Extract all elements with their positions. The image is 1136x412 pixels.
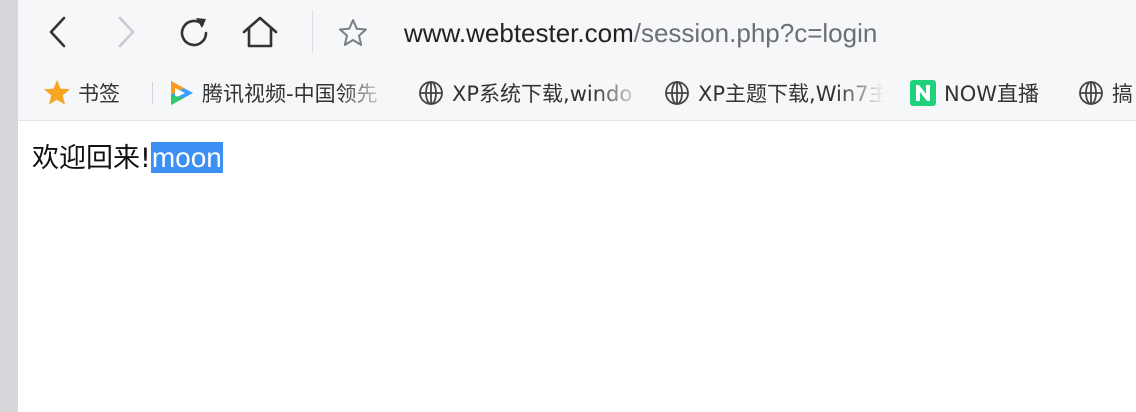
home-button[interactable] (238, 9, 282, 55)
home-icon (242, 16, 278, 48)
welcome-text: 欢迎回来! (32, 143, 151, 174)
browser-window: www.webtester.com/session.php?c=login 书签 (18, 0, 1136, 412)
add-bookmark-button[interactable] (332, 12, 374, 54)
bookmark-label: 腾讯视频-中国领先 (202, 82, 378, 106)
globe-icon (1076, 78, 1106, 108)
star-filled-icon (42, 78, 72, 108)
window-edge (0, 0, 18, 412)
reload-icon (180, 18, 208, 47)
selected-username[interactable]: moon (150, 142, 223, 173)
page-content: 欢迎回来!moon (18, 121, 1136, 412)
bookmarks-bar: 书签 腾讯视频-中国领先 XP系统下载,windo XP主题下载,Win7主 N… (18, 66, 1136, 121)
bookmark-xp-theme[interactable]: XP主题下载,Win7主 (662, 76, 884, 110)
bookmark-label: XP系统下载,windo (452, 82, 633, 106)
browser-toolbar: www.webtester.com/session.php?c=login (18, 0, 1136, 66)
bookmark-xp-system[interactable]: XP系统下载,windo (416, 76, 642, 110)
reload-button[interactable] (172, 9, 216, 55)
welcome-message: 欢迎回来!moon (32, 141, 223, 176)
bookmark-tencent-video[interactable]: 腾讯视频-中国领先 (166, 76, 388, 110)
bookmark-now-live[interactable]: NOW直播 (908, 76, 1039, 110)
back-button[interactable] (36, 9, 80, 55)
url-path: /session.php?c=login (633, 18, 878, 48)
bookmarks-divider (152, 82, 153, 104)
bookmark-label: NOW直播 (944, 82, 1040, 106)
forward-button[interactable] (104, 9, 148, 55)
chevron-left-icon (49, 16, 66, 48)
now-live-icon (908, 78, 938, 108)
bookmark-label: 搞 (1112, 82, 1133, 106)
bookmark-label: 书签 (78, 82, 120, 106)
toolbar-divider (312, 10, 313, 52)
url-host: www.webtester.com (404, 18, 634, 48)
star-outline-icon (339, 19, 367, 46)
bookmark-more[interactable]: 搞 (1076, 76, 1133, 110)
address-bar[interactable]: www.webtester.com/session.php?c=login (404, 12, 1104, 54)
bookmark-label: XP主题下载,Win7主 (698, 82, 884, 106)
tencent-video-icon (166, 78, 196, 108)
globe-icon (662, 78, 692, 108)
bookmark-folder-bookmarks[interactable]: 书签 (42, 76, 120, 110)
globe-icon (416, 78, 446, 108)
chevron-right-icon (118, 16, 135, 48)
screen: www.webtester.com/session.php?c=login 书签 (0, 0, 1136, 412)
